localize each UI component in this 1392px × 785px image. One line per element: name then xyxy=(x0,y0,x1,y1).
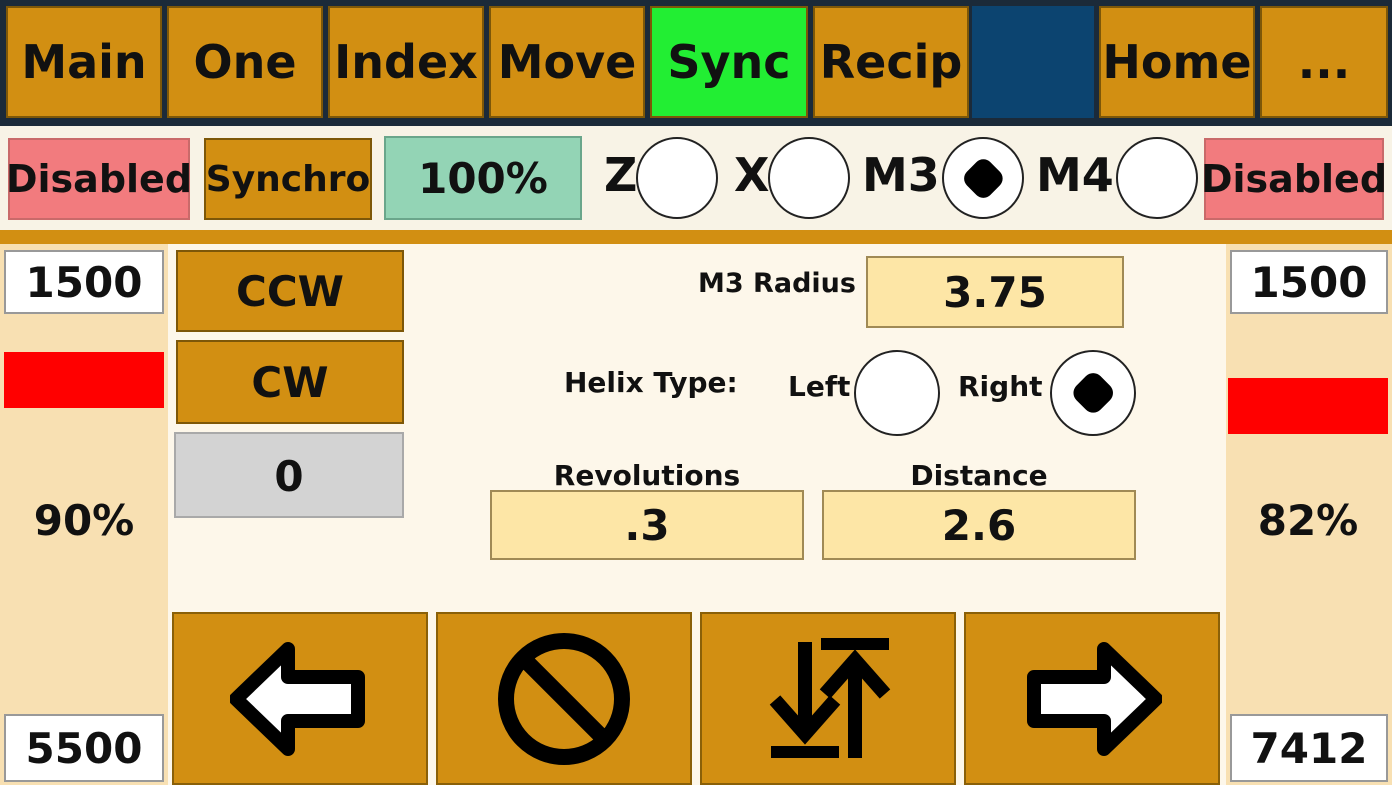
helix-left-radio[interactable] xyxy=(854,350,940,436)
tab-sync[interactable]: Sync xyxy=(650,6,808,118)
tab-more-label: ... xyxy=(1297,35,1351,89)
tab-sync-label: Sync xyxy=(667,35,791,89)
revolutions-input[interactable]: .3 xyxy=(490,490,804,560)
swap-direction-button[interactable] xyxy=(700,612,956,785)
tab-main-label: Main xyxy=(21,35,147,89)
axis-z-label: Z xyxy=(604,148,638,202)
left-enable-label: Disabled xyxy=(5,157,193,201)
left-speed-slider-handle[interactable] xyxy=(4,352,164,408)
jog-left-button[interactable] xyxy=(172,612,428,785)
tab-main[interactable]: Main xyxy=(6,6,162,118)
distance-input[interactable]: 2.6 xyxy=(822,490,1136,560)
cw-label: CW xyxy=(251,357,329,407)
tab-move-label: Move xyxy=(497,35,637,89)
arrow-right-icon xyxy=(1027,641,1162,756)
jog-right-button[interactable] xyxy=(964,612,1220,785)
left-min-speed[interactable]: 5500 xyxy=(4,714,164,782)
counter-display: 0 xyxy=(174,432,404,518)
radio-selected-dot-icon xyxy=(959,154,1007,202)
tab-home-label: Home xyxy=(1102,35,1252,89)
speed-percent-value: 100% xyxy=(418,153,548,203)
axis-m3-label: M3 xyxy=(862,148,940,202)
sync-screen: Main One Index Move Sync Recip Home ... … xyxy=(0,0,1392,785)
right-enable-toggle[interactable]: Disabled xyxy=(1200,138,1388,220)
ccw-button[interactable]: CCW xyxy=(176,250,404,332)
distance-label: Distance xyxy=(910,458,1048,492)
stop-button[interactable] xyxy=(436,612,692,785)
helix-type-label: Helix Type: xyxy=(564,366,738,399)
left-max-speed[interactable]: 1500 xyxy=(4,250,164,314)
stop-icon xyxy=(498,632,630,765)
tab-bar: Main One Index Move Sync Recip Home ... xyxy=(0,0,1392,126)
tab-recip[interactable]: Recip xyxy=(813,6,969,118)
right-speed-percent: 82% xyxy=(1257,495,1359,545)
right-min-speed-value: 7412 xyxy=(1250,723,1368,773)
axis-m4-label: M4 xyxy=(1036,148,1114,202)
helix-left-label: Left xyxy=(788,370,851,403)
tab-one-label: One xyxy=(193,35,297,89)
radius-input[interactable]: 3.75 xyxy=(866,256,1124,328)
mode-label: Synchro xyxy=(205,158,371,200)
counter-value: 0 xyxy=(274,452,304,501)
tab-empty xyxy=(972,6,1094,118)
radio-selected-dot-icon xyxy=(1068,368,1118,418)
revolutions-label: Revolutions xyxy=(553,458,741,492)
left-enable-toggle[interactable]: Disabled xyxy=(5,138,193,220)
helix-right-radio[interactable] xyxy=(1050,350,1136,436)
left-min-speed-value: 5500 xyxy=(25,723,143,773)
arrow-left-icon xyxy=(230,641,365,756)
right-max-speed[interactable]: 1500 xyxy=(1230,250,1388,314)
status-divider xyxy=(0,230,1392,244)
tab-move[interactable]: Move xyxy=(489,6,645,118)
cw-button[interactable]: CW xyxy=(176,340,404,424)
helix-right-label: Right xyxy=(958,370,1043,403)
radius-label: M3 Radius xyxy=(698,268,856,299)
tab-one[interactable]: One xyxy=(167,6,323,118)
left-max-speed-value: 1500 xyxy=(25,257,143,307)
tab-index[interactable]: Index xyxy=(328,6,484,118)
axis-m3-radio[interactable] xyxy=(942,137,1024,219)
right-max-speed-value: 1500 xyxy=(1250,257,1368,307)
tab-more[interactable]: ... xyxy=(1260,6,1388,118)
axis-x-radio[interactable] xyxy=(768,137,850,219)
right-min-speed[interactable]: 7412 xyxy=(1230,714,1388,782)
swap-direction-icon xyxy=(769,637,891,758)
speed-percent-display[interactable]: 100% xyxy=(384,136,582,220)
axis-z-radio[interactable] xyxy=(636,137,718,219)
tab-home[interactable]: Home xyxy=(1099,6,1255,118)
distance-value: 2.6 xyxy=(941,500,1017,550)
revolutions-value: .3 xyxy=(624,500,670,550)
mode-button[interactable]: Synchro xyxy=(204,138,372,220)
right-speed-slider-handle[interactable] xyxy=(1228,378,1388,434)
tab-recip-label: Recip xyxy=(819,35,963,89)
radius-value: 3.75 xyxy=(943,267,1047,317)
tab-index-label: Index xyxy=(334,35,478,89)
axis-x-label: X xyxy=(734,148,770,202)
ccw-label: CCW xyxy=(236,266,344,316)
axis-m4-radio[interactable] xyxy=(1116,137,1198,219)
left-speed-percent: 90% xyxy=(33,495,135,545)
right-enable-label: Disabled xyxy=(1200,157,1388,201)
